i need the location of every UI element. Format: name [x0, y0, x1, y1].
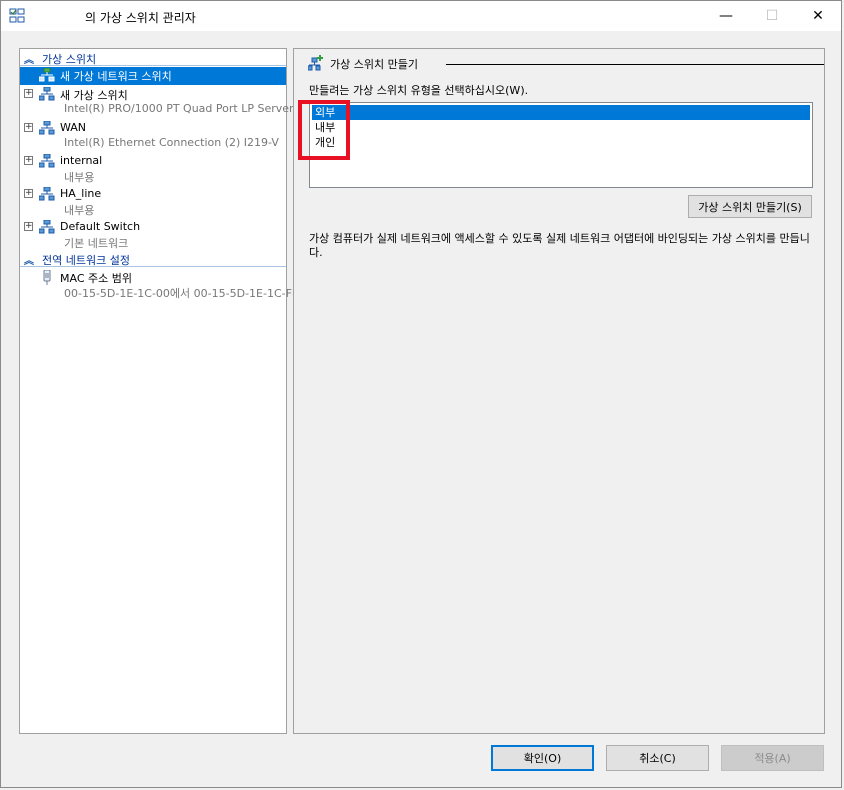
expand-plus-icon[interactable]: + [24, 156, 33, 165]
app-icon [9, 8, 25, 24]
tree-item-type: 기본 네트워크 [64, 237, 129, 250]
section-global-network-settings[interactable]: ︽ 전역 네트워크 설정 [20, 251, 286, 267]
expand-plus-icon[interactable]: + [24, 123, 33, 132]
tree-item-label: 새 가상 네트워크 스위치 [60, 70, 172, 83]
group-header: 가상 스위치 만들기 [307, 55, 824, 73]
switch-type-listbox[interactable]: 외부 내부 개인 [309, 102, 813, 188]
expand-plus-icon[interactable]: + [24, 222, 33, 231]
switch-tree-panel: ︽ 가상 스위치 새 가상 네트워크 스위치 + 새 가상 스위치 Intel(… [19, 48, 303, 734]
add-switch-icon [307, 55, 324, 71]
create-switch-panel: 가상 스위치 만들기 만들려는 가상 스위치 유형을 선택하십시오(W). 외부… [293, 48, 825, 734]
tree-item-adapter: Intel(R) Ethernet Connection (2) I219-V [64, 136, 279, 149]
tree-item-new-network-switch[interactable]: 새 가상 네트워크 스위치 [20, 67, 286, 85]
tree-item-label: WAN [60, 121, 87, 134]
group-separator [446, 64, 824, 65]
create-virtual-switch-button[interactable]: 가상 스위치 만들기(S) [688, 195, 812, 218]
apply-button[interactable]: 적용(A) [721, 745, 824, 771]
annotation-highlight-box [298, 100, 350, 160]
tree-item-label: Default Switch [60, 220, 141, 233]
minimize-button[interactable]: — [703, 1, 749, 31]
tree-item-type: 내부용 [64, 171, 95, 184]
section-label: 가상 스위치 [42, 53, 97, 66]
network-switch-icon [38, 219, 55, 234]
tree-item-label: internal [60, 154, 103, 167]
tree-item-ha-line[interactable]: + HA_line 내부용 [20, 186, 286, 218]
expand-plus-icon[interactable]: + [24, 89, 33, 98]
expand-plus-icon[interactable]: + [24, 189, 33, 198]
cancel-button[interactable]: 취소(C) [606, 745, 709, 771]
mac-address-icon [41, 269, 57, 285]
collapse-chevron-icon[interactable]: ︽ [24, 252, 34, 267]
group-title: 가상 스위치 만들기 [330, 58, 418, 71]
tree-item-new-virtual-switch[interactable]: + 새 가상 스위치 Intel(R) PRO/1000 PT Quad Por… [20, 86, 303, 118]
switch-type-description: 가상 컴퓨터가 실제 네트워크에 액세스할 수 있도록 실제 네트워크 어댑터에… [309, 232, 810, 259]
tree-item-adapter: Intel(R) PRO/1000 PT Quad Port LP Server… [64, 102, 304, 115]
network-switch-icon [38, 86, 55, 101]
network-switch-icon [38, 153, 55, 168]
tree-item-label: 새 가상 스위치 [60, 89, 128, 102]
section-virtual-switches[interactable]: ︽ 가상 스위치 [20, 50, 286, 66]
maximize-button[interactable]: ☐ [749, 1, 795, 31]
switch-type-external[interactable]: 외부 [312, 105, 810, 120]
ok-button[interactable]: 확인(O) [491, 745, 594, 771]
tree-item-default-switch[interactable]: + Default Switch 기본 네트워크 [20, 219, 286, 251]
tree-item-label: MAC 주소 범위 [60, 272, 132, 285]
switch-type-private[interactable]: 개인 [312, 135, 810, 150]
network-switch-icon [38, 186, 55, 201]
switch-type-prompt: 만들려는 가상 스위치 유형을 선택하십시오(W). [309, 84, 529, 97]
tree-item-type: 내부용 [64, 204, 95, 217]
tree-item-internal[interactable]: + internal 내부용 [20, 153, 286, 185]
tree-item-wan[interactable]: + WAN Intel(R) Ethernet Connection (2) I… [20, 120, 286, 152]
close-button[interactable]: ✕ [795, 1, 841, 31]
tree-item-mac-range[interactable]: MAC 주소 범위 00-15-5D-1E-1C-00에서 00-15-5D-1… [20, 269, 298, 303]
virtual-switch-manager-window: 의 가상 스위치 관리자 — ☐ ✕ ︽ 가상 스위치 새 가상 네트워크 스위… [0, 0, 842, 788]
mac-range-value: 00-15-5D-1E-1C-00에서 00-15-5D-1E-1C-FF [64, 287, 299, 300]
window-title: 의 가상 스위치 관리자 [85, 11, 196, 25]
switch-type-internal[interactable]: 내부 [312, 120, 810, 135]
title-bar: 의 가상 스위치 관리자 — ☐ ✕ [1, 1, 841, 31]
network-switch-icon [38, 120, 55, 135]
tree-item-label: HA_line [60, 187, 102, 200]
collapse-chevron-icon[interactable]: ︽ [24, 51, 34, 66]
section-label: 전역 네트워크 설정 [42, 254, 130, 267]
new-switch-icon [38, 67, 55, 82]
